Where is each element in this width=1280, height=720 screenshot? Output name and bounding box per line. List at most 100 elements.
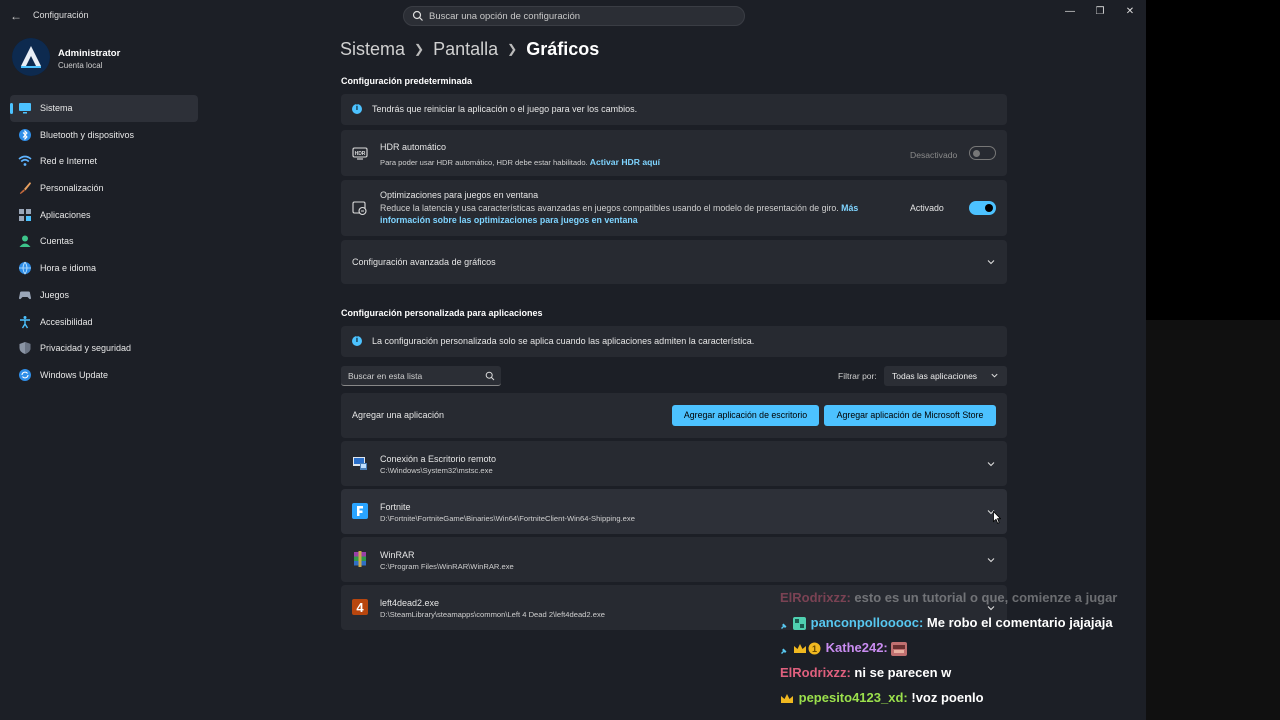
sidebar-item-accesibilidad[interactable]: Accesibilidad	[10, 309, 198, 336]
more-info-link[interactable]: Más	[841, 203, 858, 213]
app-path: D:\SteamLibrary\steamapps\common\Left 4 …	[380, 610, 605, 619]
chevron-down-icon[interactable]	[986, 459, 996, 469]
app-row-fortnite[interactable]: Fortnite D:\Fortnite\FortniteGame\Binari…	[341, 489, 1007, 534]
crown-badge-icon	[781, 693, 793, 703]
windowed-games-description: Reduce la latencia y usa características…	[380, 203, 858, 213]
sidebar-item-windows-update[interactable]: Windows Update	[10, 362, 198, 389]
chat-username: panconpollooooc:	[810, 615, 924, 630]
windowed-games-toggle[interactable]	[969, 201, 996, 215]
settings-search-input[interactable]: Buscar una opción de configuración	[403, 6, 745, 26]
app-list-search-input[interactable]: Buscar en esta lista	[341, 366, 501, 386]
app-row-remote-desktop[interactable]: Conexión a Escritorio remoto C:\Windows\…	[341, 441, 1007, 486]
chat-text: Me robo el comentario jajajaja	[926, 615, 1113, 630]
windowed-game-icon	[352, 201, 367, 216]
left4dead2-icon: 4	[352, 599, 368, 615]
enable-hdr-link[interactable]: Activar HDR aquí	[590, 157, 660, 167]
account-type: Cuenta local	[58, 61, 103, 70]
sidebar-item-privacidad[interactable]: Privacidad y seguridad	[10, 335, 198, 362]
hdr-description: Para poder usar HDR automático, HDR debe…	[380, 157, 660, 167]
sidebar-item-sistema[interactable]: Sistema	[10, 95, 198, 122]
chevron-down-icon	[991, 373, 998, 378]
update-icon	[19, 368, 31, 381]
restart-info-text: Tendrás que reiniciar la aplicación o el…	[372, 104, 638, 114]
remote-desktop-icon	[353, 457, 367, 470]
avatar[interactable]	[12, 38, 50, 76]
breadcrumb-sistema[interactable]: Sistema	[340, 39, 405, 59]
info-icon: i	[352, 336, 362, 346]
filter-dropdown[interactable]: Todas las aplicaciones	[884, 366, 1007, 386]
svg-text:4: 4	[356, 600, 364, 615]
page-title: Gráficos	[526, 39, 600, 59]
section-title-default: Configuración predeterminada	[341, 76, 473, 86]
breadcrumb-pantalla[interactable]: Pantalla	[433, 39, 498, 59]
fortnite-icon	[352, 503, 368, 519]
sword-badge-icon	[781, 618, 791, 629]
close-button[interactable]: ✕	[1120, 4, 1140, 20]
breadcrumb-chevron-icon: ❯	[414, 42, 425, 56]
hdr-toggle[interactable]	[969, 146, 996, 160]
advanced-graphics-card[interactable]: Configuración avanzada de gráficos	[341, 240, 1007, 284]
breadcrumb: Sistema ❯ Pantalla ❯ Gráficos	[340, 39, 599, 60]
windowed-games-description-text: Reduce la latencia y usa características…	[380, 203, 839, 213]
app-path: D:\Fortnite\FortniteGame\Binaries\Win64\…	[380, 514, 635, 523]
custom-info-text: La configuración personalizada solo se a…	[372, 336, 755, 346]
mouse-cursor-icon	[993, 511, 1001, 524]
wifi-icon	[18, 156, 32, 167]
search-icon	[485, 371, 495, 381]
add-desktop-app-button[interactable]: Agregar aplicación de escritorio	[672, 405, 819, 426]
sidebar-item-juegos[interactable]: Juegos	[10, 282, 198, 309]
winrar-icon	[354, 551, 366, 567]
chat-text: ni se parecen w	[854, 665, 952, 680]
app-name: Conexión a Escritorio remoto	[380, 454, 497, 464]
windowed-games-title: Optimizaciones para juegos en ventana	[380, 190, 539, 200]
hdr-description-text: Para poder usar HDR automático, HDR debe…	[380, 158, 588, 167]
chevron-down-icon[interactable]	[986, 555, 996, 565]
sidebar-item-label: Juegos	[40, 289, 70, 300]
sidebar-item-bluetooth[interactable]: Bluetooth y dispositivos	[10, 122, 198, 149]
app-path: C:\Windows\System32\mstsc.exe	[380, 466, 493, 475]
sidebar-item-label: Bluetooth y dispositivos	[40, 129, 135, 140]
app-list-search-placeholder: Buscar en esta lista	[348, 371, 423, 381]
hdr-icon: HDR	[352, 147, 368, 160]
sidebar-item-label: Privacidad y seguridad	[40, 343, 132, 354]
section-title-custom: Configuración personalizada para aplicac…	[341, 308, 543, 318]
hdr-title: HDR automático	[380, 142, 447, 152]
add-store-app-button[interactable]: Agregar aplicación de Microsoft Store	[824, 405, 996, 426]
sidebar-item-cuentas[interactable]: Cuentas	[10, 228, 198, 255]
add-app-label: Agregar una aplicación	[352, 410, 445, 420]
title-bar: ← Configuración Buscar una opción de con…	[0, 0, 1146, 32]
sidebar-item-red[interactable]: Red e Internet	[10, 148, 198, 175]
chevron-down-icon[interactable]	[986, 257, 996, 267]
sidebar-item-aplicaciones[interactable]: Aplicaciones	[10, 202, 198, 229]
more-info-link-continued[interactable]: información sobre las optimizaciones par…	[380, 215, 638, 225]
brush-icon	[19, 182, 31, 194]
chat-username: ElRodrixzz:	[780, 665, 851, 680]
restore-button[interactable]: ❐	[1090, 4, 1110, 20]
gamepad-icon	[19, 291, 31, 299]
filter-value: Todas las aplicaciones	[892, 371, 978, 381]
background-strip-lower	[1146, 320, 1280, 720]
restart-info-banner: i Tendrás que reiniciar la aplicación o …	[341, 94, 1007, 125]
app-title: Configuración	[33, 10, 89, 20]
number-one-badge-icon: 1	[808, 642, 821, 655]
app-row-winrar[interactable]: WinRAR C:\Program Files\WinRAR\WinRAR.ex…	[341, 537, 1007, 582]
minimize-button[interactable]: —	[1060, 4, 1080, 20]
breadcrumb-chevron-icon: ❯	[507, 42, 518, 56]
user-avatar-icon	[12, 38, 50, 76]
user-name: Administrator	[58, 48, 121, 59]
background-strip	[1146, 0, 1280, 320]
sidebar-item-hora[interactable]: Hora e idioma	[10, 255, 198, 282]
sidebar-item-personalizacion[interactable]: Personalización	[10, 175, 198, 202]
svg-text:HDR: HDR	[355, 151, 366, 157]
chat-message: 1 Kathe242:	[780, 640, 1140, 656]
accessibility-icon	[20, 315, 30, 328]
search-icon	[412, 10, 423, 21]
app-name: left4dead2.exe	[380, 598, 440, 608]
windowed-games-setting-card: Optimizaciones para juegos en ventana Re…	[341, 180, 1007, 236]
crown-badge-icon	[794, 643, 806, 653]
emote-icon	[891, 641, 908, 656]
bluetooth-icon	[19, 128, 31, 141]
info-icon: i	[352, 104, 362, 114]
back-arrow-icon[interactable]: ←	[8, 8, 24, 24]
apps-icon	[19, 208, 31, 221]
